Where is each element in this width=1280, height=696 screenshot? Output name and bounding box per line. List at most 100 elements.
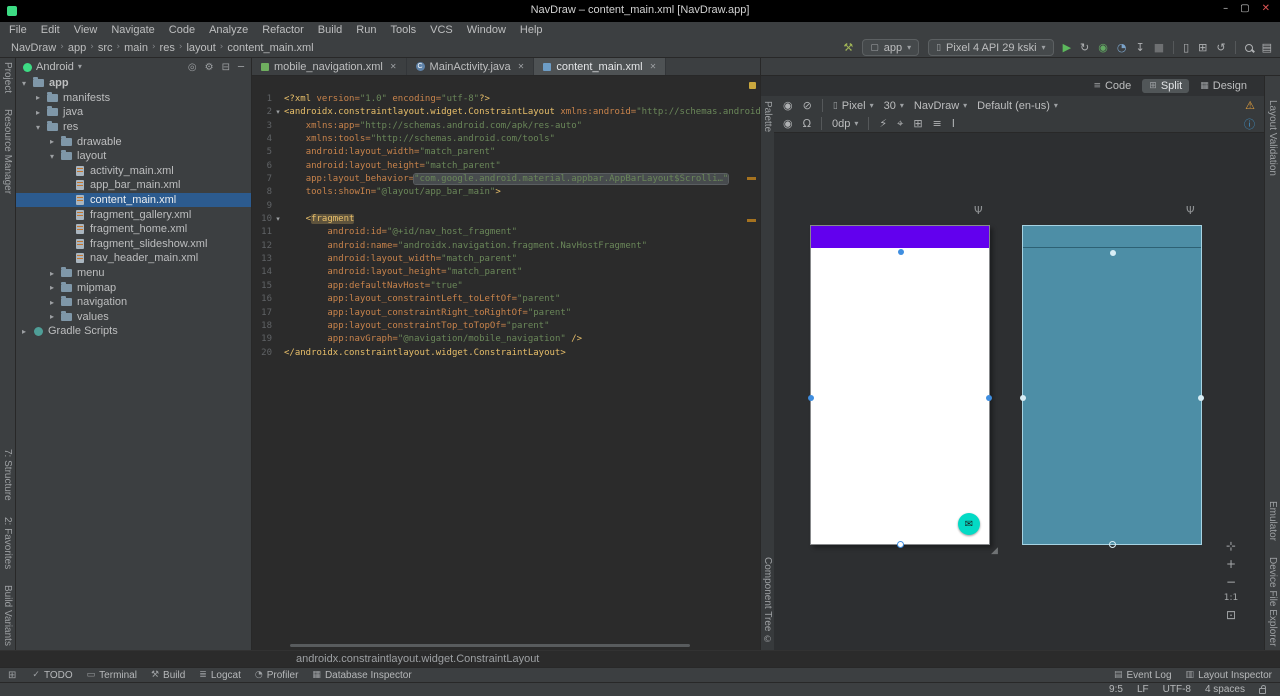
tool-strip-2-favorites[interactable]: 2: Favorites: [2, 517, 13, 569]
tree-item-manifests[interactable]: ▸manifests: [16, 91, 251, 106]
tree-item-fragment-slideshow-xml[interactable]: fragment_slideshow.xml: [16, 237, 251, 252]
zoom-to-fit-button[interactable]: ⊡: [1226, 609, 1236, 621]
breadcrumb-res[interactable]: res: [157, 42, 178, 54]
menu-refactor[interactable]: Refactor: [255, 24, 311, 36]
tool-strip-layout-validation[interactable]: Layout Validation: [1267, 100, 1278, 176]
run-button[interactable]: ▶: [1063, 42, 1071, 53]
locale-picker[interactable]: Default (en-us)▾: [977, 100, 1058, 112]
guidelines-icon[interactable]: I: [952, 118, 955, 129]
status-4-spaces[interactable]: 4 spaces: [1205, 684, 1245, 695]
menu-file[interactable]: File: [2, 24, 34, 36]
toolwindow-database-inspector[interactable]: ▦Database Inspector: [312, 670, 411, 681]
tool-strip-resource-manager[interactable]: Resource Manager: [2, 109, 13, 194]
maximize-button[interactable]: ▢: [1240, 4, 1249, 14]
breadcrumb[interactable]: androidx.constraintlayout.widget.Constra…: [296, 653, 539, 665]
search-button[interactable]: [1245, 44, 1253, 52]
zoom-out-button[interactable]: −: [1226, 576, 1236, 588]
toolwindow-logcat[interactable]: ≣Logcat: [199, 670, 241, 681]
menu-tools[interactable]: Tools: [383, 24, 423, 36]
tool-strip-emulator[interactable]: Emulator: [1267, 501, 1278, 541]
theme-picker[interactable]: NavDraw▾: [914, 100, 967, 112]
mode-split[interactable]: ⊞Split: [1142, 79, 1189, 93]
project-view-selector[interactable]: Android: [36, 61, 74, 73]
tool-strip-build-variants[interactable]: Build Variants: [2, 585, 13, 646]
menu-vcs[interactable]: VCS: [423, 24, 460, 36]
tree-item-gradle-scripts[interactable]: ▸Gradle Scripts: [16, 324, 251, 339]
tab-mainactivity-java[interactable]: CMainActivity.java✕: [407, 58, 535, 75]
tab-content-main-xml[interactable]: content_main.xml✕: [534, 58, 666, 75]
design-blueprint-toggle-icon[interactable]: ◉: [783, 100, 793, 111]
debug-button[interactable]: ◉: [1098, 42, 1108, 53]
horizontal-scrollbar[interactable]: [290, 644, 690, 647]
menu-help[interactable]: Help: [513, 24, 550, 36]
warning-icon[interactable]: ⚠: [1245, 99, 1255, 112]
toolwindow-profiler[interactable]: ◔Profiler: [255, 670, 299, 681]
menu-code[interactable]: Code: [162, 24, 202, 36]
tree-item-values[interactable]: ▸values: [16, 310, 251, 325]
clear-constraints-icon[interactable]: ⚡: [879, 118, 887, 129]
pack-controls-icon[interactable]: ⊞: [913, 118, 922, 129]
minimize-button[interactable]: –: [1223, 4, 1228, 14]
apply-changes-icon[interactable]: ↻: [1080, 42, 1089, 53]
breadcrumb-content-main-xml[interactable]: content_main.xml: [224, 42, 316, 54]
hide-panel-icon[interactable]: ─: [238, 62, 244, 73]
settings-icon[interactable]: ⚙: [205, 62, 214, 73]
run-configuration-select[interactable]: ▢app▾: [862, 39, 919, 56]
design-view-phone[interactable]: ✉: [810, 225, 990, 545]
fab-button-preview[interactable]: ✉: [958, 513, 980, 535]
zoom-level-label[interactable]: 1:1: [1224, 594, 1238, 603]
orientation-toggle-icon[interactable]: ⊘: [803, 100, 812, 111]
close-button[interactable]: ✕: [1262, 4, 1270, 14]
menu-analyze[interactable]: Analyze: [202, 24, 255, 36]
app-bar-blueprint[interactable]: [1023, 226, 1201, 248]
tree-item-app[interactable]: ▾app: [16, 76, 251, 91]
constraint-handle-bottom[interactable]: [1109, 541, 1116, 548]
tree-item-drawable[interactable]: ▸drawable: [16, 134, 251, 149]
mode-design[interactable]: ▦Design: [1193, 79, 1254, 93]
tree-item-nav-header-main-xml[interactable]: nav_header_main.xml: [16, 251, 251, 266]
component-tree-tab[interactable]: Component Tree: [762, 557, 773, 632]
menu-run[interactable]: Run: [349, 24, 383, 36]
tree-item-navigation[interactable]: ▸navigation: [16, 295, 251, 310]
pan-icon[interactable]: ⊹: [1226, 540, 1236, 552]
breadcrumb-app[interactable]: app: [65, 42, 89, 54]
tree-item-fragment-home-xml[interactable]: fragment_home.xml: [16, 222, 251, 237]
menu-edit[interactable]: Edit: [34, 24, 67, 36]
menu-view[interactable]: View: [67, 24, 105, 36]
palette-tab[interactable]: Palette: [762, 101, 773, 132]
collapse-all-icon[interactable]: ⊟: [222, 62, 230, 73]
default-margins-picker[interactable]: 0dp▾: [832, 118, 858, 130]
lock-icon[interactable]: [1259, 688, 1266, 694]
autoconnect-magnet-icon[interactable]: Ω: [803, 118, 811, 129]
constraint-handle-left[interactable]: [1020, 395, 1026, 401]
tab-mobile-navigation-xml[interactable]: mobile_navigation.xml✕: [252, 58, 407, 75]
close-icon[interactable]: ✕: [518, 63, 525, 71]
profiler-button[interactable]: ◔: [1117, 42, 1127, 53]
view-options-icon[interactable]: ◉: [783, 118, 793, 129]
breadcrumb-src[interactable]: src: [95, 42, 116, 54]
toolwindow-build[interactable]: ⚒Build: [151, 670, 185, 681]
constraint-handle-bottom[interactable]: [897, 541, 904, 548]
constraint-handle-left[interactable]: [808, 395, 814, 401]
tree-item-fragment-gallery-xml[interactable]: fragment_gallery.xml: [16, 207, 251, 222]
menu-navigate[interactable]: Navigate: [104, 24, 161, 36]
close-icon[interactable]: ✕: [650, 63, 657, 71]
toolwindow-layout-inspector[interactable]: ▥Layout Inspector: [1186, 670, 1272, 681]
constraint-handle-top[interactable]: [898, 249, 904, 255]
app-bar-preview[interactable]: [811, 226, 989, 248]
close-icon[interactable]: ✕: [390, 63, 397, 71]
toolwindow-event-log[interactable]: ▤Event Log: [1114, 670, 1172, 681]
menu-build[interactable]: Build: [311, 24, 349, 36]
infer-constraints-icon[interactable]: ⌖: [897, 118, 903, 129]
breadcrumb-navdraw[interactable]: NavDraw: [8, 42, 59, 54]
code-editor[interactable]: 1<?xml version="1.0" encoding="utf-8"?>2…: [252, 76, 760, 650]
tool-strip-project[interactable]: Project: [2, 62, 13, 93]
mode-code[interactable]: ≡Code: [1086, 79, 1138, 93]
tool-strip-7-structure[interactable]: 7: Structure: [2, 449, 13, 501]
breadcrumb-main[interactable]: main: [121, 42, 151, 54]
device-manager-icon[interactable]: ▯: [1183, 42, 1189, 53]
status-utf-8[interactable]: UTF-8: [1163, 684, 1191, 695]
status-9-5[interactable]: 9:5: [1109, 684, 1123, 695]
avd-manager-icon[interactable]: ⊞: [1198, 42, 1207, 53]
device-picker[interactable]: ▯Pixel▾: [833, 100, 874, 112]
